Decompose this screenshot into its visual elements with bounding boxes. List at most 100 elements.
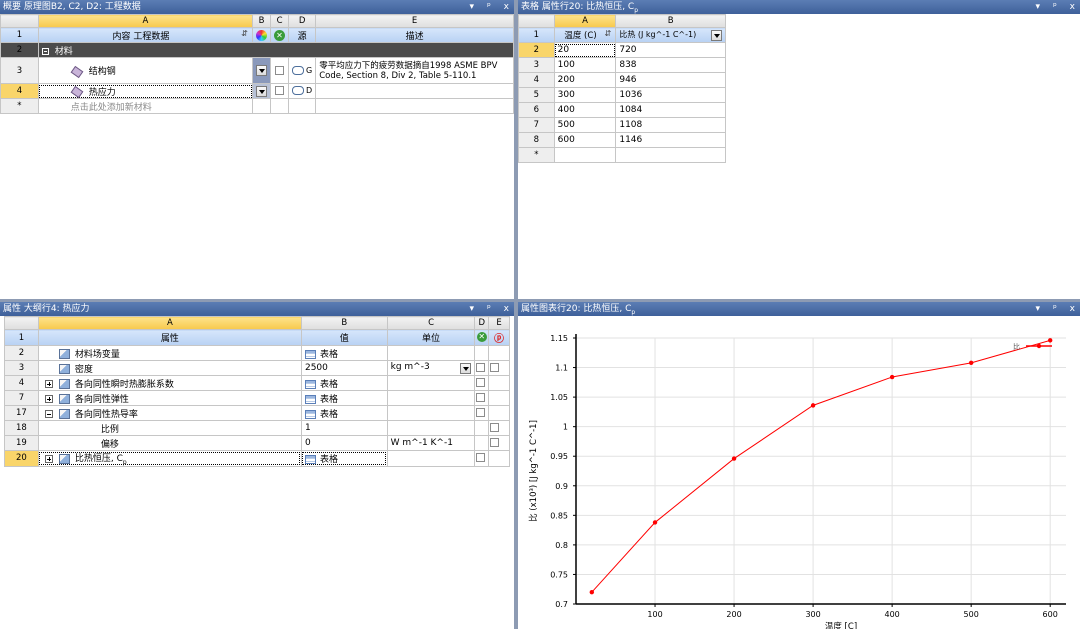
d-checkbox-cell[interactable] — [474, 420, 490, 436]
table-row[interactable]: 8 600 1146 — [518, 132, 726, 148]
property-unit-cell[interactable] — [386, 375, 476, 391]
close-icon[interactable]: x — [504, 302, 511, 316]
material-name-cell[interactable]: 热应力 — [37, 83, 254, 99]
property-row[interactable]: 19 偏移 0 W m^-1 K^-1 — [4, 435, 510, 451]
pin-icon[interactable]: ᵖ — [1053, 0, 1059, 14]
e-checkbox-cell[interactable] — [488, 420, 510, 436]
column-header-c[interactable]: C — [386, 316, 476, 330]
property-name-cell[interactable]: 比热恒压, Cp — [37, 450, 302, 467]
specific-heat-cell[interactable]: 1036 — [615, 87, 726, 103]
property-unit-cell[interactable]: kg m^-3 — [386, 360, 476, 376]
specific-heat-cell[interactable]: 1084 — [615, 102, 726, 118]
sort-icon[interactable]: ⇵ — [603, 29, 612, 38]
property-row[interactable]: 2 材料场变量 表格 — [4, 345, 510, 361]
e-checkbox-cell[interactable] — [488, 360, 510, 376]
column-header-c[interactable]: C — [270, 14, 290, 28]
property-value-cell[interactable]: 2500 — [300, 360, 388, 376]
property-value-cell[interactable]: 1 — [300, 420, 388, 436]
expand-icon[interactable] — [44, 395, 53, 403]
column-header-d[interactable]: D — [474, 316, 490, 330]
d-checkbox-cell[interactable] — [474, 375, 490, 391]
property-name-cell[interactable]: 材料场变量 — [37, 345, 302, 361]
data-point[interactable] — [589, 589, 595, 595]
dropdown-icon[interactable] — [256, 65, 268, 76]
property-value-cell[interactable]: 表格 — [300, 345, 388, 361]
data-point[interactable] — [810, 403, 816, 408]
category-row[interactable]: 2 材料 — [0, 42, 514, 58]
temperature-cell[interactable]: 500 — [553, 117, 617, 133]
temperature-cell[interactable]: 600 — [553, 132, 617, 148]
property-value-cell[interactable]: 表格 — [300, 375, 388, 391]
property-value-cell[interactable]: 表格 — [300, 450, 388, 467]
column-header-b[interactable]: B — [252, 14, 272, 28]
temperature-cell[interactable]: 400 — [553, 102, 617, 118]
dropdown-icon[interactable]: ▾ — [470, 302, 477, 316]
property-unit-cell[interactable] — [386, 345, 476, 361]
material-name-cell[interactable]: 结构钢 — [37, 57, 254, 84]
property-name-cell[interactable]: 各向同性热导率 — [37, 405, 302, 421]
dropdown-icon[interactable]: ▾ — [470, 0, 477, 14]
material-dropdown-cell[interactable] — [252, 83, 272, 99]
specific-heat-cell[interactable]: 1146 — [615, 132, 726, 148]
e-checkbox-cell[interactable] — [488, 450, 510, 467]
dropdown-icon[interactable] — [256, 85, 268, 97]
column-header-a[interactable]: A — [553, 14, 617, 28]
property-row[interactable]: 17 各向同性热导率 表格 — [4, 405, 510, 421]
property-unit-cell[interactable] — [386, 390, 476, 406]
data-point[interactable] — [652, 520, 658, 525]
table-row[interactable]: 7 500 1108 — [518, 117, 726, 133]
material-checkbox-cell[interactable] — [270, 57, 290, 84]
property-name-cell[interactable]: 各向同性弹性 — [37, 390, 302, 406]
temperature-cell[interactable]: 100 — [553, 57, 617, 73]
expand-icon[interactable] — [44, 454, 53, 463]
property-row[interactable]: 4 各向同性瞬时热膨胀系数 表格 — [4, 375, 510, 391]
property-row[interactable]: 20 比热恒压, Cp 表格 — [4, 450, 510, 467]
checkbox[interactable] — [476, 393, 486, 402]
property-unit-cell[interactable] — [386, 450, 476, 467]
table-row[interactable]: 2 20 720 — [518, 42, 726, 58]
checkbox[interactable] — [476, 408, 486, 417]
close-icon[interactable]: x — [1070, 302, 1077, 316]
checkbox[interactable] — [476, 378, 486, 387]
property-name-cell[interactable]: 密度 — [37, 360, 302, 376]
table-row[interactable]: 3 100 838 — [518, 57, 726, 73]
specific-heat-cell[interactable]: 838 — [615, 57, 726, 73]
add-material-prompt[interactable]: 点击此处添加新材料 — [37, 98, 254, 114]
e-checkbox-cell[interactable] — [488, 390, 510, 406]
column-header-e[interactable]: E — [488, 316, 510, 330]
checkbox[interactable] — [476, 363, 486, 372]
material-checkbox-cell[interactable] — [270, 83, 290, 99]
checkbox[interactable] — [490, 438, 500, 447]
checkbox[interactable] — [275, 65, 285, 75]
checkbox[interactable] — [275, 86, 285, 95]
table-row[interactable]: 6 400 1084 — [518, 102, 726, 118]
e-checkbox-cell[interactable] — [488, 375, 510, 391]
temperature-cell[interactable]: 200 — [553, 72, 617, 88]
add-table-row[interactable]: * — [518, 147, 726, 163]
property-name-cell[interactable]: 各向同性瞬时热膨胀系数 — [37, 375, 302, 391]
column-header-a[interactable]: A — [37, 14, 254, 28]
column-header-e[interactable]: E — [315, 14, 514, 28]
e-checkbox-cell[interactable] — [488, 345, 510, 361]
property-row[interactable]: 3 密度 2500 kg m^-3 — [4, 360, 510, 376]
property-row[interactable]: 18 比例 1 — [4, 420, 510, 436]
add-material-row[interactable]: * 点击此处添加新材料 — [0, 98, 514, 114]
temperature-cell[interactable]: 300 — [553, 87, 617, 103]
table-row[interactable]: 5 300 1036 — [518, 87, 726, 103]
data-point[interactable] — [731, 456, 737, 461]
property-name-cell[interactable]: 比例 — [37, 420, 302, 436]
d-checkbox-cell[interactable] — [474, 435, 490, 451]
column-header-a[interactable]: A — [37, 316, 302, 330]
property-unit-cell[interactable] — [386, 420, 476, 436]
specific-heat-cell[interactable]: 720 — [615, 42, 726, 58]
dropdown-icon[interactable]: ▾ — [1036, 302, 1043, 316]
column-header-d[interactable]: D — [288, 14, 317, 28]
d-checkbox-cell[interactable] — [474, 390, 490, 406]
specific-heat-chart[interactable]: 0.7 0.75 0.8 0.85 0.9 0.95 1 1.05 1.1 1.15 100 200 3… — [518, 316, 1080, 629]
column-header-b[interactable]: B — [615, 14, 726, 28]
property-value-cell[interactable]: 表格 — [300, 405, 388, 421]
table-row[interactable]: 4 200 946 — [518, 72, 726, 88]
d-checkbox-cell[interactable] — [474, 405, 490, 421]
dropdown-icon[interactable] — [460, 363, 472, 374]
specific-heat-cell[interactable]: 1108 — [615, 117, 726, 133]
